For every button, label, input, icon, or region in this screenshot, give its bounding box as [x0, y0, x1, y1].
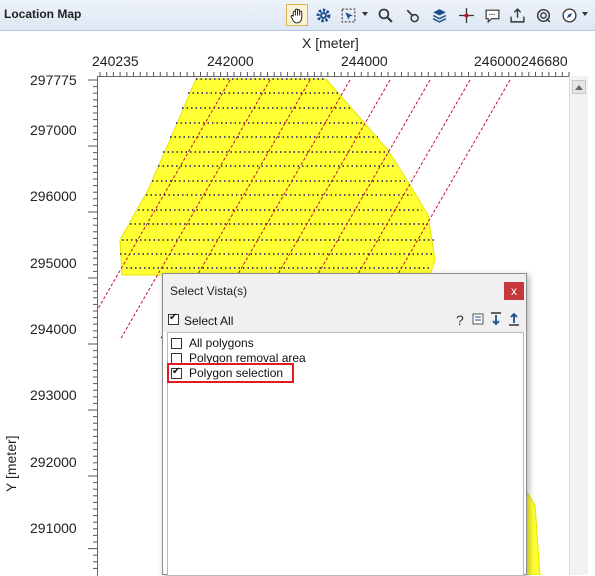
y-tick-label: 295000	[30, 255, 77, 271]
selection-highlight-box	[167, 363, 294, 383]
magnifier-icon	[378, 8, 393, 23]
chevron-down-icon[interactable]	[362, 12, 368, 16]
y-tick-label: 297000	[30, 122, 77, 138]
comment-icon	[485, 9, 499, 23]
x-tick-label: 246680	[521, 53, 568, 69]
y-tick-label: 293000	[30, 387, 77, 403]
window-titlebar: Location Map	[0, 0, 595, 31]
list-icon[interactable]	[471, 311, 485, 327]
y-tick-label: 297775	[30, 72, 77, 88]
vista-list: All polygons Polygon removal area Polygo…	[167, 332, 524, 576]
y-tick-label: 294000	[30, 321, 77, 337]
export-button[interactable]	[506, 4, 528, 26]
dialog-header: Select Vista(s) x	[163, 274, 526, 306]
vista-label-all-polygons[interactable]: All polygons	[189, 336, 254, 350]
target-button[interactable]	[532, 4, 554, 26]
vertical-scrollbar[interactable]	[569, 76, 588, 575]
layers-icon	[432, 8, 446, 23]
help-icon[interactable]: ?	[456, 312, 464, 328]
export-icon	[509, 7, 525, 23]
x-tick-label: 242000	[207, 53, 254, 69]
x-tick-label: 246000	[474, 53, 521, 69]
dialog-title: Select Vista(s)	[170, 284, 248, 298]
y-tick-label: 292000	[30, 454, 77, 470]
y-tick-label: 296000	[30, 188, 77, 204]
window-title: Location Map	[4, 7, 82, 21]
crosshair-icon	[458, 7, 474, 23]
y-axis-label: Y [meter]	[3, 435, 19, 492]
close-button[interactable]: x	[504, 282, 524, 300]
vista-checkbox-all-polygons[interactable]	[171, 338, 182, 349]
chevron-down-icon[interactable]	[582, 12, 588, 16]
pick-icon	[406, 9, 419, 22]
select-rect-icon	[341, 8, 355, 22]
pick-button[interactable]	[401, 4, 423, 26]
select-all-checkbox[interactable]	[168, 312, 179, 325]
comment-button[interactable]	[481, 4, 503, 26]
chevron-up-icon	[575, 84, 583, 90]
x-axis-label: X [meter]	[302, 35, 359, 51]
x-tick-label: 244000	[341, 53, 388, 69]
download-icon[interactable]	[489, 311, 503, 327]
select-all-label: Select All	[184, 314, 234, 328]
pan-tool-button[interactable]	[286, 4, 308, 26]
gear-icon	[316, 8, 330, 22]
select-tool-button[interactable]	[337, 4, 359, 26]
hand-icon	[290, 8, 302, 23]
scroll-up-button[interactable]	[572, 80, 586, 94]
close-icon: x	[511, 284, 517, 298]
crosshair-button[interactable]	[455, 4, 477, 26]
compass-icon	[561, 7, 577, 23]
layers-button[interactable]	[428, 4, 450, 26]
y-tick-label: 291000	[30, 520, 77, 536]
zoom-button[interactable]	[374, 4, 396, 26]
compass-button[interactable]	[558, 4, 580, 26]
x-tick-label: 240235	[92, 53, 139, 69]
target-icon	[536, 8, 550, 22]
select-vista-dialog: Select Vista(s) x Select All ? All polyg…	[162, 273, 527, 576]
upload-icon[interactable]	[507, 311, 521, 327]
settings-button[interactable]	[312, 4, 334, 26]
